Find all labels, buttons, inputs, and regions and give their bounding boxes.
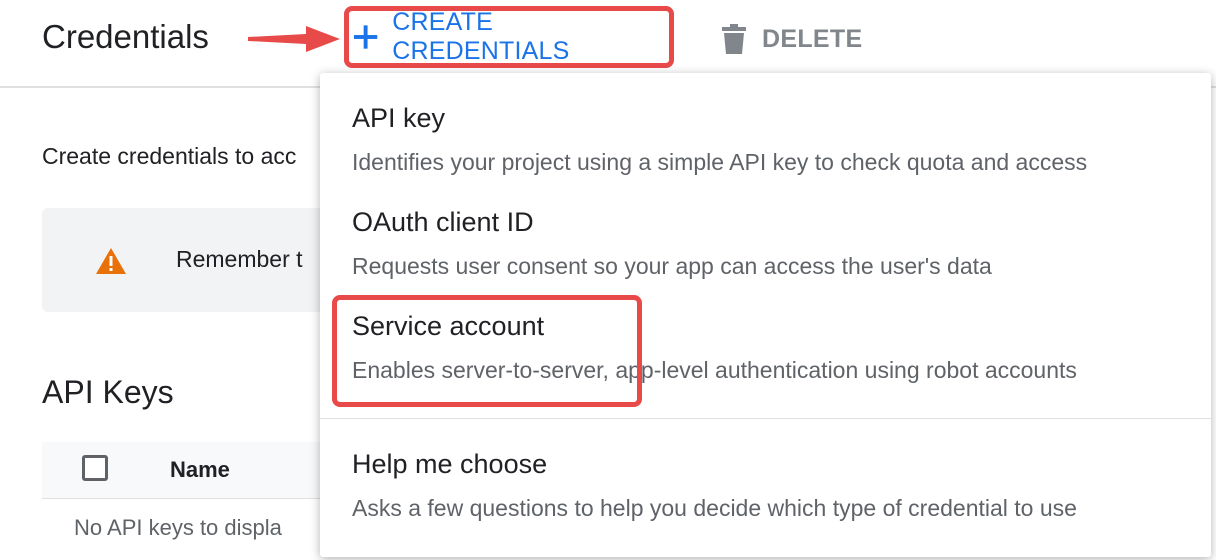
column-header-name: Name	[170, 457, 230, 482]
empty-state-text: No API keys to displa	[74, 515, 282, 540]
intro-text: Create credentials to acc	[42, 143, 297, 169]
create-credentials-menu: API key Identifies your project using a …	[320, 73, 1211, 557]
menu-divider	[320, 418, 1211, 419]
warning-text: Remember t	[176, 246, 303, 272]
trash-icon	[722, 24, 746, 54]
menu-item-oauth-client-id[interactable]: OAuth client ID Requests user consent so…	[320, 197, 1211, 297]
plus-icon	[353, 25, 378, 49]
annotation-arrow-icon	[248, 26, 340, 52]
menu-item-description: Requests user consent so your app can ac…	[352, 253, 992, 279]
api-keys-title: API Keys	[42, 374, 174, 410]
menu-item-title: OAuth client ID	[352, 207, 534, 237]
delete-button[interactable]: DELETE	[722, 22, 862, 56]
menu-item-help-me-choose[interactable]: Help me choose Asks a few questions to h…	[320, 439, 1211, 549]
menu-item-api-key[interactable]: API key Identifies your project using a …	[320, 93, 1211, 193]
menu-item-title: API key	[352, 103, 446, 133]
menu-item-title: Service account	[352, 311, 545, 341]
menu-item-title: Help me choose	[352, 449, 548, 479]
menu-item-description: Identifies your project using a simple A…	[352, 149, 1088, 175]
menu-item-service-account[interactable]: Service account Enables server-to-server…	[320, 301, 1211, 411]
create-credentials-button[interactable]: CREATE CREDENTIALS	[344, 6, 674, 68]
menu-item-description: Enables server-to-server, app-level auth…	[352, 357, 1077, 383]
menu-item-description: Asks a few questions to help you decide …	[352, 495, 1077, 521]
warning-icon	[96, 248, 126, 274]
create-credentials-label: CREATE CREDENTIALS	[392, 8, 570, 65]
delete-label: DELETE	[762, 24, 863, 53]
select-all-checkbox[interactable]	[82, 455, 108, 481]
page-title: Credentials	[42, 18, 209, 55]
